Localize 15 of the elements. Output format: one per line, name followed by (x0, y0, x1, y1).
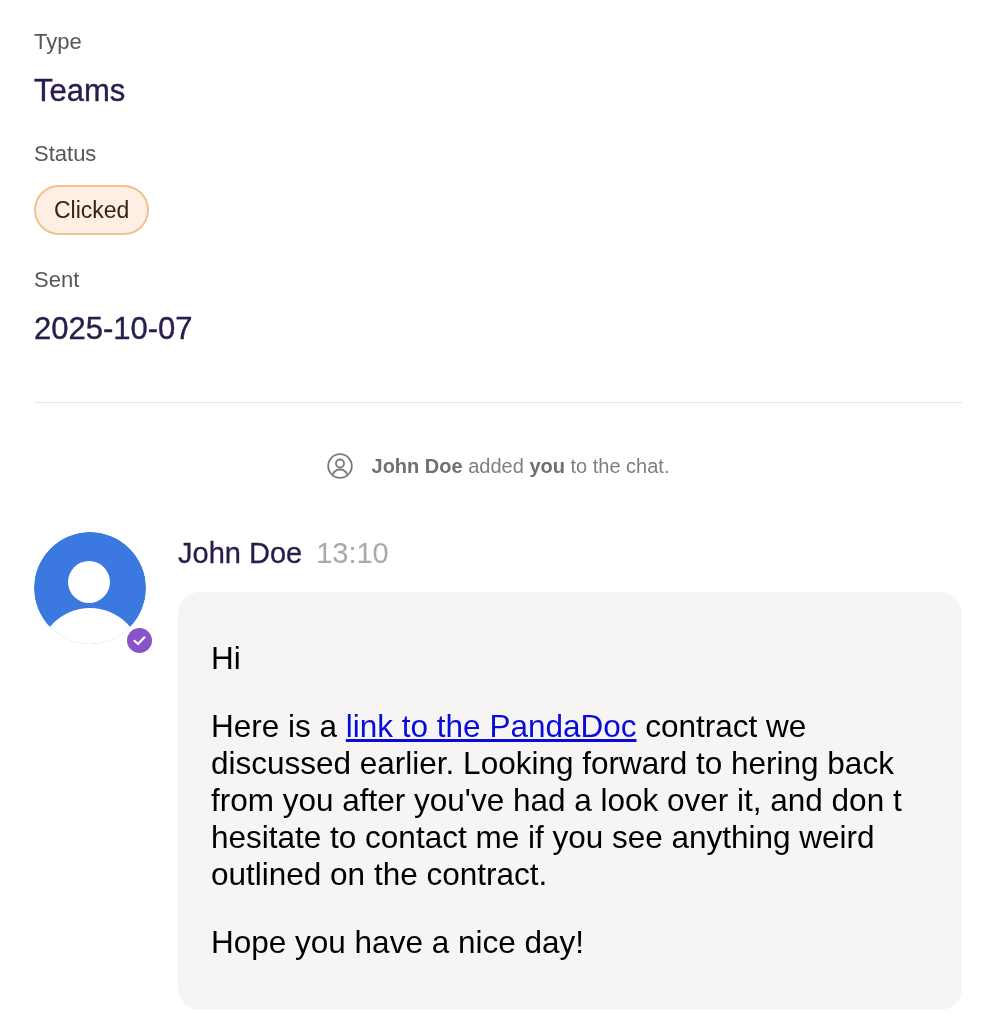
field-value: Teams (34, 73, 126, 109)
field-label: Sent (34, 267, 80, 293)
field-value: 2025-10-07 (34, 311, 193, 347)
author-name: John Doe (178, 536, 303, 571)
system-message: John Doe added you to the chat. (371, 454, 670, 479)
field-label: Type (34, 29, 82, 55)
field-label: Status (34, 141, 97, 167)
avatar-icon (34, 532, 146, 644)
message-paragraph: Hope you have a nice day! (211, 924, 585, 961)
message-link[interactable]: link to the PandaDoc (345, 708, 637, 744)
message-time: 13:10 (316, 536, 389, 571)
status-badge: Clicked (34, 185, 150, 235)
message-paragraph: Hi (211, 640, 242, 677)
message-paragraph: Here is a link to the PandaDoc contract we discussed earlier. Looking forward to hering back from you after you've had a look over it, and don t hesitate to contact me if you see anything weird outlined on the contract. (211, 708, 903, 893)
person-circle-icon (326, 453, 353, 479)
